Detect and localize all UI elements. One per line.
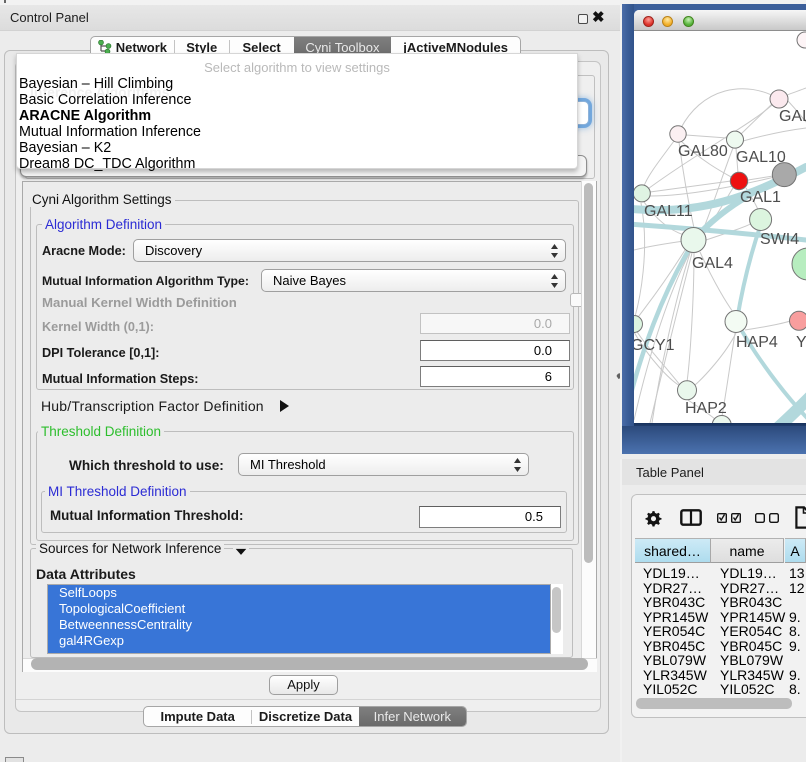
svg-text:GAL2: GAL2 bbox=[779, 108, 806, 125]
svg-text:GAL11: GAL11 bbox=[644, 203, 693, 220]
svg-text:GAL4: GAL4 bbox=[692, 255, 733, 272]
svg-text:GAL1: GAL1 bbox=[740, 189, 781, 206]
svg-text:SWI4: SWI4 bbox=[760, 231, 799, 248]
svg-text:YE: YE bbox=[796, 334, 806, 351]
svg-text:GAL10: GAL10 bbox=[736, 149, 786, 166]
svg-text:HAP2: HAP2 bbox=[685, 400, 727, 417]
svg-text:HAP4: HAP4 bbox=[736, 334, 778, 351]
svg-text:GAL80: GAL80 bbox=[678, 143, 728, 160]
svg-text:GCY1: GCY1 bbox=[634, 337, 675, 354]
